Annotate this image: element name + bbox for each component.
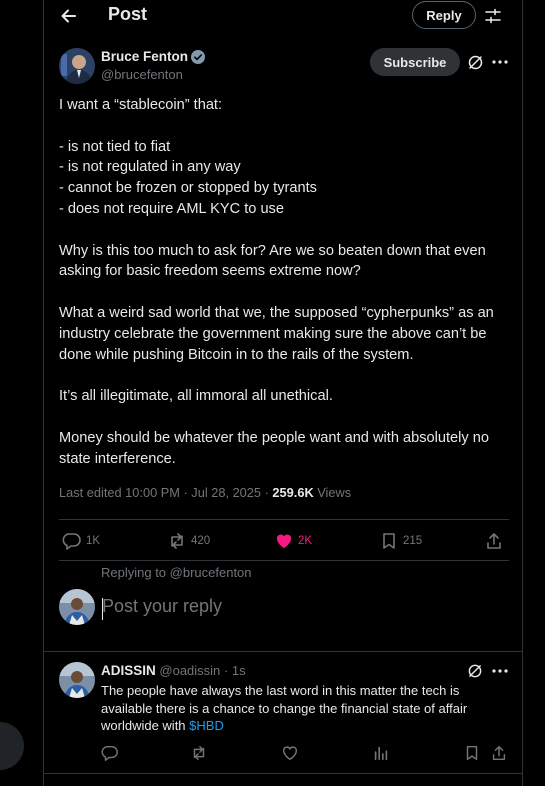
repost-icon: [171, 533, 183, 549]
subscribe-button[interactable]: Subscribe: [370, 48, 460, 76]
divider: [44, 773, 522, 774]
comment-like-action[interactable]: [281, 744, 299, 762]
comment-text: The people have always the last word in …: [101, 682, 511, 735]
replying-prefix: Replying to: [101, 565, 170, 580]
reply-action[interactable]: 1K: [62, 531, 100, 551]
post-column: Post Reply Bruce Fenton @brucefenton Sub…: [43, 0, 523, 786]
my-avatar[interactable]: [59, 589, 95, 625]
repost-action[interactable]: 420: [167, 531, 210, 551]
comment-grok-icon[interactable]: [467, 663, 483, 679]
comment-icon: [62, 533, 81, 550]
replying-handle[interactable]: @brucefenton: [170, 565, 252, 580]
bookmark-icon: [466, 745, 478, 761]
verified-badge-icon: [190, 49, 206, 65]
like-count: 2K: [298, 535, 313, 547]
like-action[interactable]: 2K: [274, 531, 312, 551]
heart-filled-icon: [276, 534, 292, 548]
reply-count: 1K: [86, 535, 101, 547]
repost-icon: [193, 745, 205, 761]
bookmark-count: 215: [403, 535, 423, 547]
sliders-icon: [485, 8, 501, 24]
heart-icon: [282, 746, 298, 761]
comment-views-action[interactable]: [372, 744, 390, 762]
back-arrow-icon: [61, 9, 76, 23]
comment-bookmark-action[interactable]: [463, 744, 481, 762]
reply-input[interactable]: Post your reply: [102, 596, 222, 617]
comment-time[interactable]: · 1s: [224, 663, 246, 678]
divider: [44, 651, 522, 652]
post-meta: Last edited 10:00 PM · Jul 28, 2025 · 25…: [59, 485, 351, 500]
repost-count: 420: [191, 535, 211, 547]
edited-timestamp[interactable]: Last edited 10:00 PM · Jul 28, 2025 ·: [59, 485, 272, 500]
bookmark-icon: [383, 533, 395, 549]
filter-settings-button[interactable]: [484, 7, 502, 25]
header-reply-button[interactable]: Reply: [412, 1, 476, 29]
back-button[interactable]: [58, 6, 78, 26]
cashtag-link[interactable]: $HBD: [189, 718, 224, 733]
divider: [59, 519, 509, 520]
divider: [59, 560, 509, 561]
share-icon: [487, 533, 501, 549]
author-name[interactable]: Bruce Fenton: [101, 49, 188, 64]
comment-header: ADISSIN @oadissin · 1s: [101, 663, 246, 678]
comment-repost-action[interactable]: [190, 744, 208, 762]
comment-reply-action[interactable]: [101, 744, 119, 762]
commenter-avatar[interactable]: [59, 662, 95, 698]
author-avatar[interactable]: [59, 48, 95, 84]
floating-button[interactable]: [0, 722, 24, 770]
comment-icon: [101, 745, 118, 761]
comment-share-action[interactable]: [490, 744, 508, 762]
grok-icon[interactable]: [467, 54, 484, 71]
comment-body: The people have always the last word in …: [101, 683, 468, 733]
analytics-icon: [374, 746, 388, 761]
replying-to: Replying to @brucefenton: [101, 565, 252, 580]
views-count: 259.6K: [272, 485, 314, 500]
commenter-handle[interactable]: @oadissin: [159, 663, 220, 678]
post-text: I want a “stablecoin” that: - is not tie…: [59, 97, 494, 467]
share-icon: [492, 745, 506, 761]
page-title: Post: [108, 4, 148, 24]
more-options-icon[interactable]: [492, 60, 508, 64]
author-handle[interactable]: @brucefenton: [101, 67, 183, 82]
views-label: Views: [317, 485, 352, 500]
bookmark-action[interactable]: 215: [379, 531, 422, 551]
share-action[interactable]: [484, 531, 504, 551]
comment-more-icon[interactable]: [492, 669, 508, 673]
commenter-name[interactable]: ADISSIN: [101, 663, 156, 678]
